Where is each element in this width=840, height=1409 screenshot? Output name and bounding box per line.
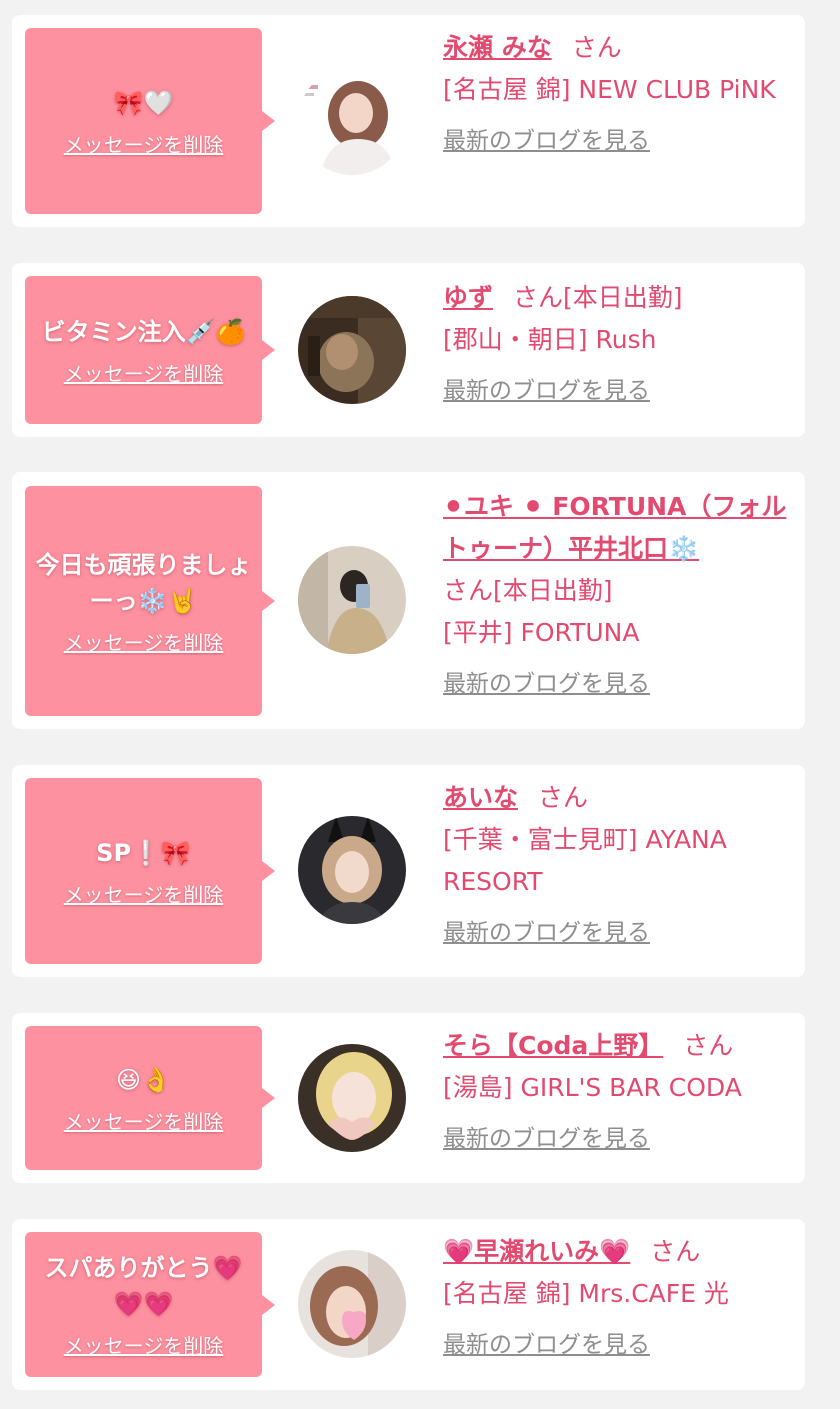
message-card: 🎀🤍 メッセージを削除 永瀬 みな さん [名古屋 錦] NEW CLUB PiN… [12, 15, 805, 227]
latest-blog-link[interactable]: 最新のブログを見る [443, 1325, 650, 1359]
shop-label: [名古屋 錦] Mrs.CAFE 光 [443, 1279, 729, 1308]
avatar[interactable] [298, 546, 406, 654]
name-suffix: さん[本日出勤] [513, 283, 683, 312]
latest-blog-link[interactable]: 最新のブログを見る [443, 1119, 650, 1153]
cast-info: 💗早瀬れいみ💗 さん [名古屋 錦] Mrs.CAFE 光 最新のブログを見る [443, 1231, 795, 1359]
cast-name-link[interactable]: あいな [443, 783, 518, 812]
delete-message-link[interactable]: メッセージを削除 [64, 358, 224, 387]
message-text: 😆👌 [116, 1065, 171, 1094]
message-bubble: SP❕🎀 メッセージを削除 [25, 778, 275, 964]
cast-info: そら【Coda上野】 さん [湯島] GIRL'S BAR CODA 最新のブログ… [443, 1025, 795, 1153]
message-bubble: 🎀🤍 メッセージを削除 [25, 28, 275, 214]
shop-label: [千葉・富士見町] AYANA RESORT [443, 825, 727, 896]
shop-label: [郡山・朝日] Rush [443, 325, 657, 354]
message-text: SP❕🎀 [96, 838, 191, 867]
avatar[interactable] [298, 1044, 406, 1152]
message-card: SP❕🎀 メッセージを削除 あいな さん [千葉・富士見町] AYANA RESO… [12, 765, 805, 977]
delete-message-link[interactable]: メッセージを削除 [64, 627, 224, 656]
cast-name-link[interactable]: ⚫︎ユキ ⚫︎ FORTUNA（フォルトゥーナ）平井北口❄️ [443, 492, 786, 563]
avatar[interactable] [298, 816, 406, 924]
message-card: 今日も頑張りましょーっ❄️🤘 メッセージを削除 ⚫︎ユキ ⚫︎ FORTUNA（… [12, 472, 805, 729]
message-text: スパありがとう💗💗💗 [44, 1254, 243, 1318]
cast-name-link[interactable]: ゆず [443, 283, 493, 312]
latest-blog-link[interactable]: 最新のブログを見る [443, 121, 650, 155]
cast-info: ゆず さん[本日出勤] [郡山・朝日] Rush 最新のブログを見る [443, 277, 795, 405]
message-text: 🎀🤍 [113, 88, 174, 117]
message-card: スパありがとう💗💗💗 メッセージを削除 💗早瀬れいみ💗 さん [名古屋 錦] Mr… [12, 1219, 805, 1390]
shop-label: [湯島] GIRL'S BAR CODA [443, 1073, 742, 1102]
latest-blog-link[interactable]: 最新のブログを見る [443, 664, 650, 698]
avatar[interactable] [298, 1250, 406, 1358]
avatar[interactable] [298, 67, 406, 175]
name-suffix: さん [650, 1237, 701, 1266]
message-bubble: スパありがとう💗💗💗 メッセージを削除 [25, 1232, 275, 1377]
avatar[interactable] [298, 296, 406, 404]
shop-label: [平井] FORTUNA [443, 618, 640, 647]
message-bubble: 😆👌 メッセージを削除 [25, 1026, 275, 1170]
name-suffix: さん [571, 33, 622, 62]
delete-message-link[interactable]: メッセージを削除 [64, 129, 224, 158]
name-suffix: さん [683, 1031, 734, 1060]
name-suffix: さん [538, 783, 589, 812]
cast-info: あいな さん [千葉・富士見町] AYANA RESORT 最新のブログを見る [443, 777, 795, 947]
cast-info: ⚫︎ユキ ⚫︎ FORTUNA（フォルトゥーナ）平井北口❄️ さん[本日出勤] … [443, 486, 795, 698]
message-bubble: ビタミン注入💉🍊 メッセージを削除 [25, 276, 275, 424]
cast-name-link[interactable]: そら【Coda上野】 [443, 1031, 663, 1060]
cast-name-link[interactable]: 💗早瀬れいみ💗 [443, 1237, 630, 1266]
delete-message-link[interactable]: メッセージを削除 [64, 879, 224, 908]
message-text: ビタミン注入💉🍊 [41, 317, 246, 346]
cast-name-link[interactable]: 永瀬 みな [443, 33, 552, 62]
latest-blog-link[interactable]: 最新のブログを見る [443, 371, 650, 405]
delete-message-link[interactable]: メッセージを削除 [64, 1330, 224, 1359]
message-card: ビタミン注入💉🍊 メッセージを削除 ゆず さん[本日出勤] [郡山・朝日] Rus… [12, 263, 805, 437]
delete-message-link[interactable]: メッセージを削除 [64, 1106, 224, 1135]
message-bubble: 今日も頑張りましょーっ❄️🤘 メッセージを削除 [25, 486, 275, 716]
latest-blog-link[interactable]: 最新のブログを見る [443, 913, 650, 947]
message-text: 今日も頑張りましょーっ❄️🤘 [35, 550, 252, 615]
message-card: 😆👌 メッセージを削除 そら【Coda上野】 さん [湯島] GIRL'S BAR… [12, 1013, 805, 1183]
shop-label: [名古屋 錦] NEW CLUB PiNK [443, 75, 776, 104]
cast-info: 永瀬 みな さん [名古屋 錦] NEW CLUB PiNK 最新のブログを見る [443, 27, 795, 155]
name-suffix: さん[本日出勤] [443, 576, 613, 605]
